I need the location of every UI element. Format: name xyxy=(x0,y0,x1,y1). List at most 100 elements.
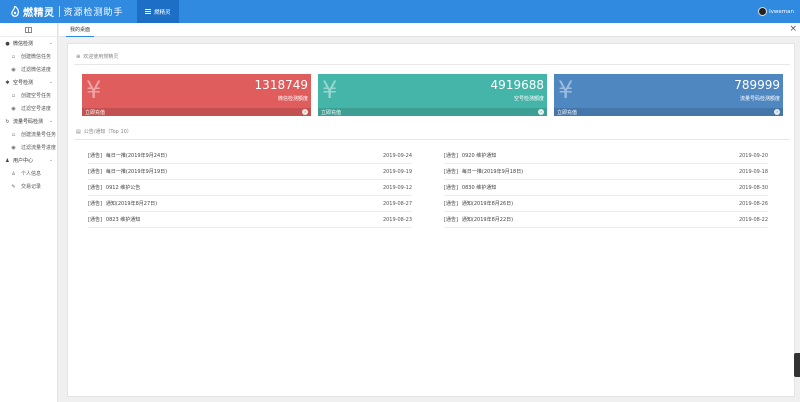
stat-card-wechat: ¥ 1318749 微信检测额度 立即充值 › xyxy=(82,74,311,116)
top-nav-tab[interactable]: 燃精灵 xyxy=(137,0,179,23)
logo-icon xyxy=(11,5,19,17)
brand[interactable]: 燃精灵 资源检测助手 xyxy=(0,0,132,23)
notice-row[interactable]: [通告] 0920 维护通知 2019-09-20 xyxy=(444,148,768,164)
recharge-link[interactable]: 立即充值 › xyxy=(554,108,783,116)
notice-column-left: [通告] 每日一推(2019年9月24日) 2019-09-24 [通告] 每日… xyxy=(88,148,412,228)
notice-tag: [通告] xyxy=(444,201,458,207)
sidebar-item-label: 过滤流量号进度 xyxy=(21,145,57,151)
app-name: 燃精灵 xyxy=(23,8,55,19)
notice-row[interactable]: [通告] 0830 维护通知 2019-08-30 xyxy=(444,180,768,196)
notice-link[interactable]: 0830 维护通知 xyxy=(462,184,496,191)
sidebar-group-wechat[interactable]: ● 微信检测 ⌄ xyxy=(0,37,57,50)
notice-link[interactable]: 0912 维护公告 xyxy=(106,184,140,191)
sidebar-item-wechat-progress[interactable]: ◉ 过滤微信进度 xyxy=(0,63,57,76)
main-panel: ⊕ 欢迎使用燃精灵 ¥ 1318749 微信检测额度 立即充值 › ¥ 4919… xyxy=(67,43,795,397)
user-menu[interactable]: lvweman xyxy=(758,0,794,23)
chat-icon: ● xyxy=(5,40,10,47)
edit-icon: ✎ xyxy=(11,183,16,190)
notice-header: ▤ 公告/通知（Top 10） xyxy=(76,128,132,136)
stat-value: 4919688 xyxy=(490,78,544,92)
notice-link[interactable]: 通知(2019年8月22日) xyxy=(462,216,513,223)
sidebar-item-transactions[interactable]: ✎ 交易记录 xyxy=(0,180,57,193)
notice-link[interactable]: 0823 维护通知 xyxy=(106,216,140,223)
notice-row[interactable]: [通告] 0823 维护通知 2019-08-23 xyxy=(88,212,412,228)
sidebar-item-label: 创建空号任务 xyxy=(21,93,52,99)
notice-date: 2019-09-20 xyxy=(738,153,768,159)
notice-link[interactable]: 每日一推(2019年9月18日) xyxy=(462,168,523,175)
notice-date: 2019-09-12 xyxy=(382,185,412,191)
sidebar-group-user-center[interactable]: ♟ 用户中心 ⌄ xyxy=(0,154,57,167)
chevron-down-icon: ⌄ xyxy=(48,157,53,163)
menu-icon xyxy=(145,9,151,14)
notice-link[interactable]: 每日一推(2019年9月24日) xyxy=(106,152,167,159)
arrow-right-icon: › xyxy=(302,109,308,115)
notice-tag: [通告] xyxy=(444,153,458,159)
notice-column-right: [通告] 0920 维护通知 2019-09-20 [通告] 每日一推(2019… xyxy=(444,148,768,228)
sidebar-item-profile[interactable]: ♙ 个人信息 xyxy=(0,167,57,180)
notice-row[interactable]: [通告] 每日一推(2019年9月19日) 2019-09-19 xyxy=(88,164,412,180)
sidebar-group-empty-number[interactable]: ✱ 空号检测 ⌄ xyxy=(0,76,57,89)
sidebar-item-traffic-progress[interactable]: ◉ 过滤流量号进度 xyxy=(0,141,57,154)
sidebar-item-empty-progress[interactable]: ◉ 过滤空号进度 xyxy=(0,102,57,115)
notice-row[interactable]: [通告] 通知(2019年8月22日) 2019-08-22 xyxy=(444,212,768,228)
sidebar-item-label: 创建微信任务 xyxy=(21,54,52,60)
chevron-down-icon: ⌄ xyxy=(48,118,53,124)
yen-icon: ¥ xyxy=(86,76,102,104)
chevron-down-icon: ⌄ xyxy=(48,40,53,46)
sidebar-item-create-empty-task[interactable]: ▫ 创建空号任务 xyxy=(0,89,57,102)
side-float-tab[interactable] xyxy=(794,353,800,377)
notice-row[interactable]: [通告] 每日一推(2019年9月24日) 2019-09-24 xyxy=(88,148,412,164)
sidebar-toggle[interactable] xyxy=(0,23,57,37)
globe-icon: ⊕ xyxy=(76,53,81,60)
notice-date: 2019-08-27 xyxy=(382,201,412,207)
eye-icon: ◉ xyxy=(11,66,16,73)
app-subtitle: 资源检测助手 xyxy=(63,8,124,18)
notice-row[interactable]: [通告] 0912 维护公告 2019-09-12 xyxy=(88,180,412,196)
stat-value: 789999 xyxy=(734,78,780,92)
recharge-label: 立即充值 xyxy=(321,109,342,116)
notice-date: 2019-09-19 xyxy=(382,169,412,175)
notice-link[interactable]: 每日一推(2019年9月19日) xyxy=(106,168,167,175)
sidebar-item-create-wechat-task[interactable]: ▫ 创建微信任务 xyxy=(0,50,57,63)
notice-row[interactable]: [通告] 每日一推(2019年9月18日) 2019-09-18 xyxy=(444,164,768,180)
sidebar-group-label: 流量号码检测 xyxy=(13,119,44,125)
sidebar-group-label: 微信检测 xyxy=(13,41,34,47)
notice-tag: [通告] xyxy=(88,185,102,191)
tab-bar: 我的桌面 × xyxy=(59,23,800,37)
eye-icon: ◉ xyxy=(11,105,16,112)
recharge-link[interactable]: 立即充值 › xyxy=(318,108,547,116)
close-icon[interactable]: × xyxy=(789,24,797,34)
notice-row[interactable]: [通告] 通知(2019年8月26日) 2019-08-26 xyxy=(444,196,768,212)
notice-tag: [通告] xyxy=(88,169,102,175)
document-icon: ▫ xyxy=(11,92,16,99)
notice-date: 2019-09-24 xyxy=(382,153,412,159)
document-icon: ▫ xyxy=(11,131,16,138)
recharge-link[interactable]: 立即充值 › xyxy=(82,108,311,116)
sidebar-toggle-icon xyxy=(25,26,32,33)
notice-link[interactable]: 0920 维护通知 xyxy=(462,152,496,159)
notice-tag: [通告] xyxy=(88,217,102,223)
notice-row[interactable]: [通告] 通知(2019年8月27日) 2019-08-27 xyxy=(88,196,412,212)
recharge-label: 立即充值 xyxy=(557,109,578,116)
notice-tag: [通告] xyxy=(444,185,458,191)
notice-date: 2019-08-26 xyxy=(738,201,768,207)
notice-link[interactable]: 通知(2019年8月27日) xyxy=(106,200,157,207)
tab-my-desktop[interactable]: 我的桌面 xyxy=(66,23,95,37)
sidebar-item-create-traffic-task[interactable]: ▫ 创建流量号任务 xyxy=(0,128,57,141)
notice-tag: [通告] xyxy=(444,217,458,223)
sidebar: ● 微信检测 ⌄ ▫ 创建微信任务 ◉ 过滤微信进度 ✱ 空号检测 ⌄ ▫ 创建… xyxy=(0,23,58,402)
notice-icon: ▤ xyxy=(76,128,81,135)
welcome-text: 欢迎使用燃精灵 xyxy=(83,54,119,60)
sidebar-group-label: 空号检测 xyxy=(13,80,34,86)
sidebar-item-label: 过滤空号进度 xyxy=(21,106,52,112)
divider xyxy=(74,64,790,65)
sidebar-group-traffic-number[interactable]: ↻ 流量号码检测 ⌄ xyxy=(0,115,57,128)
notice-date: 2019-08-22 xyxy=(738,217,768,223)
notice-date: 2019-09-18 xyxy=(738,169,768,175)
sidebar-item-label: 交易记录 xyxy=(21,184,42,190)
welcome-header: ⊕ 欢迎使用燃精灵 xyxy=(76,53,119,61)
sidebar-item-label: 过滤微信进度 xyxy=(21,67,52,73)
notice-tag: [通告] xyxy=(88,153,102,159)
notice-link[interactable]: 通知(2019年8月26日) xyxy=(462,200,513,207)
avatar xyxy=(758,7,768,16)
